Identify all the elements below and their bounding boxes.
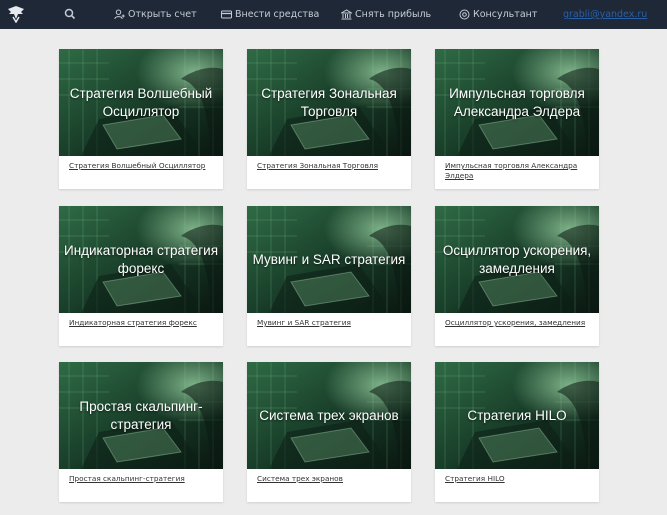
nav-open-account-label: Открыть счет	[128, 9, 197, 20]
strategy-card[interactable]: Стратегия HILO Стратегия HILO	[435, 362, 599, 502]
nav-consultant[interactable]: Консультант	[459, 0, 537, 29]
strategy-card[interactable]: Стратегия Волшебный Осциллятор Стратегия…	[59, 49, 223, 189]
card-title[interactable]: Мувинг и SAR стратегия	[251, 206, 407, 313]
card-title[interactable]: Стратегия HILO	[439, 362, 595, 469]
email-link[interactable]: grabli@yandex.ru	[563, 0, 647, 29]
strategy-card[interactable]: Мувинг и SAR стратегия Мувинг и SAR стра…	[247, 206, 411, 346]
bank-icon	[341, 9, 352, 20]
card-title[interactable]: Стратегия Волшебный Осциллятор	[63, 49, 219, 156]
nav-consultant-label: Консультант	[473, 9, 538, 20]
help-icon	[459, 9, 470, 20]
card-title[interactable]: Импульсная торговля Александра Элдера	[439, 49, 595, 156]
card-link[interactable]: Система трех экранов	[257, 474, 403, 484]
card-title[interactable]: Система трех экранов	[251, 362, 407, 469]
card-link[interactable]: Стратегия Волшебный Осциллятор	[69, 161, 215, 171]
card-link[interactable]: Стратегия HILO	[445, 474, 591, 484]
card-title[interactable]: Стратегия Зональная Торговля	[251, 49, 407, 156]
card-link[interactable]: Осциллятор ускорения, замедления	[445, 318, 591, 328]
strategy-card[interactable]: Система трех экранов Система трех экрано…	[247, 362, 411, 502]
card-icon	[221, 10, 232, 19]
card-link[interactable]: Индикаторная стратегия форекс	[69, 318, 215, 328]
card-link[interactable]: Импульсная торговля Александра Элдера	[445, 161, 591, 181]
nav-deposit-label: Внести средства	[235, 9, 320, 20]
card-title[interactable]: Индикаторная стратегия форекс	[63, 206, 219, 313]
nav-withdraw-label: Снять прибыль	[355, 9, 432, 20]
strategy-card[interactable]: Простая скальпинг-стратегия Простая скал…	[59, 362, 223, 502]
nav-withdraw[interactable]: Снять прибыль	[341, 0, 431, 29]
strategy-card[interactable]: Индикаторная стратегия форекс Индикаторн…	[59, 206, 223, 346]
search-icon[interactable]	[63, 7, 77, 21]
logo-icon[interactable]	[6, 5, 26, 23]
strategy-card[interactable]: Импульсная торговля Александра Элдера Им…	[435, 49, 599, 189]
user-add-icon	[114, 9, 125, 20]
strategy-card[interactable]: Стратегия Зональная Торговля Стратегия З…	[247, 49, 411, 189]
nav-deposit[interactable]: Внести средства	[221, 0, 319, 29]
strategy-card[interactable]: Осциллятор ускорения, замедления Осцилля…	[435, 206, 599, 346]
card-link[interactable]: Мувинг и SAR стратегия	[257, 318, 403, 328]
top-navbar: Открыть счет Внести средства Снять прибы…	[0, 0, 667, 29]
card-link[interactable]: Стратегия Зональная Торговля	[257, 161, 403, 171]
nav-open-account[interactable]: Открыть счет	[114, 0, 197, 29]
card-title[interactable]: Осциллятор ускорения, замедления	[439, 206, 595, 313]
card-link[interactable]: Простая скальпинг-стратегия	[69, 474, 215, 484]
card-title[interactable]: Простая скальпинг-стратегия	[63, 362, 219, 469]
